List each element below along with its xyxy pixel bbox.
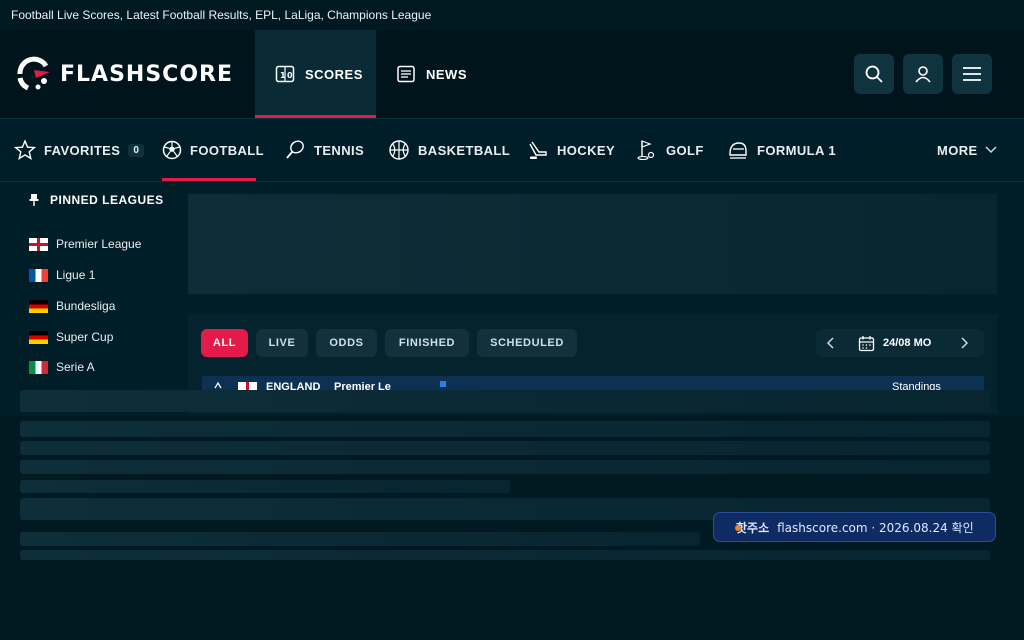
search-icon <box>865 65 883 83</box>
favorites-label: FAVORITES <box>44 142 121 158</box>
nav-news[interactable]: NEWS <box>396 30 467 118</box>
scoreboard-icon: 10 <box>275 64 295 84</box>
search-button[interactable] <box>854 54 894 94</box>
formula1-icon <box>727 139 749 161</box>
skeleton-bar <box>20 390 990 412</box>
filter-finished[interactable]: FINISHED <box>385 329 469 357</box>
golf-icon <box>636 139 658 161</box>
league-super-cup[interactable]: Super Cup <box>29 330 113 344</box>
pinned-leagues-title: PINNED LEAGUES <box>28 193 164 207</box>
flashscore-logo[interactable]: FLASHSCORE <box>16 56 233 92</box>
filter-live[interactable]: LIVE <box>256 329 308 357</box>
chevron-left-icon[interactable] <box>826 337 836 349</box>
nav-scores-label: SCORES <box>305 66 363 82</box>
league-premier-league[interactable]: Premier League <box>29 237 141 251</box>
more-label: MORE <box>937 142 978 158</box>
sport-hockey[interactable]: HOCKEY <box>527 119 615 181</box>
skeleton-bar <box>20 460 990 474</box>
status-dot-icon <box>735 525 741 531</box>
league-title: Premier Le <box>334 381 391 390</box>
skeleton-bar <box>20 532 700 546</box>
football-icon <box>162 140 182 160</box>
nav-news-label: NEWS <box>426 66 467 82</box>
league-serie-a[interactable]: Serie A <box>29 360 95 374</box>
toast-text: flashscore.com · 2026.08.24 확인 <box>777 520 974 535</box>
sport-tennis[interactable]: TENNIS <box>284 119 364 181</box>
sports-nav: FAVORITES 0 FOOTBALL TENNIS BASKETBALL H… <box>0 119 1024 182</box>
league-header-row[interactable]: ENGLAND Premier Le Standings <box>202 376 984 390</box>
germany-flag-icon <box>29 299 48 313</box>
england-flag-icon <box>29 237 48 251</box>
more-sports-dropdown[interactable]: MORE <box>937 119 998 181</box>
sport-football[interactable]: FOOTBALL <box>162 119 264 181</box>
sport-formula1-label: FORMULA 1 <box>757 142 836 158</box>
sport-favorites[interactable]: FAVORITES 0 <box>14 119 145 181</box>
sport-football-label: FOOTBALL <box>190 142 264 158</box>
filter-scheduled[interactable]: SCHEDULED <box>477 329 577 357</box>
tennis-icon <box>284 139 306 161</box>
star-icon <box>14 139 36 161</box>
flashscore-logo-icon <box>17 56 50 91</box>
date-label[interactable]: 24/08 MO <box>883 337 931 349</box>
svg-text:1: 1 <box>280 71 286 80</box>
menu-button[interactable] <box>952 54 992 94</box>
menu-icon <box>963 67 981 81</box>
newspaper-icon <box>396 64 416 84</box>
league-bundesliga[interactable]: Bundesliga <box>29 299 115 313</box>
hockey-icon <box>527 139 549 161</box>
filter-all[interactable]: ALL <box>201 329 248 357</box>
sport-golf[interactable]: GOLF <box>636 119 704 181</box>
pinned-leagues-label: PINNED LEAGUES <box>50 193 164 207</box>
skeleton-bar <box>20 550 990 560</box>
skeleton-bar <box>20 441 990 455</box>
league-ligue-1[interactable]: Ligue 1 <box>29 268 95 282</box>
sport-tennis-label: TENNIS <box>314 142 365 158</box>
logo-text: FLASHSCORE <box>60 61 233 87</box>
nav-scores[interactable]: 10 SCORES <box>255 30 376 118</box>
england-flag-icon <box>238 382 257 390</box>
user-icon <box>915 66 931 83</box>
collapse-icon[interactable] <box>214 380 222 390</box>
pin-marker-icon <box>440 381 446 387</box>
league-name: Ligue 1 <box>56 268 96 282</box>
sport-hockey-label: HOCKEY <box>557 142 616 158</box>
germany-flag-icon <box>29 330 48 344</box>
france-flag-icon <box>29 268 48 282</box>
window-title: Football Live Scores, Latest Football Re… <box>0 0 1024 30</box>
chevron-down-icon <box>984 145 998 155</box>
sport-basketball-label: BASKETBALL <box>418 142 511 158</box>
italy-flag-icon <box>29 360 48 374</box>
sport-basketball[interactable]: BASKETBALL <box>388 119 510 181</box>
chevron-right-icon[interactable] <box>959 337 969 349</box>
skeleton-bar <box>20 480 510 493</box>
filter-odds[interactable]: ODDS <box>316 329 377 357</box>
account-button[interactable] <box>903 54 943 94</box>
league-country: ENGLAND <box>266 381 321 390</box>
site-header: FLASHSCORE 10 SCORES NEWS <box>0 30 1024 119</box>
sport-golf-label: GOLF <box>666 142 704 158</box>
standings-link[interactable]: Standings <box>892 381 941 390</box>
skeleton-bar <box>20 421 990 437</box>
favorites-count-badge: 0 <box>128 143 145 157</box>
sport-formula1[interactable]: FORMULA 1 <box>727 119 836 181</box>
svg-text:0: 0 <box>287 71 293 80</box>
calendar-icon[interactable] <box>858 335 875 352</box>
league-name: Bundesliga <box>56 299 116 313</box>
league-name: Premier League <box>56 237 142 251</box>
league-name: Serie A <box>56 360 95 374</box>
league-name: Super Cup <box>56 330 114 344</box>
notification-toast[interactable]: 핫주소 flashscore.com · 2026.08.24 확인 <box>713 512 996 542</box>
date-picker: 24/08 MO <box>816 329 984 357</box>
pin-icon <box>28 193 40 207</box>
pinned-leagues-sidebar: PINNED LEAGUES Premier League Ligue 1 Bu… <box>0 181 186 401</box>
ad-banner <box>188 194 997 294</box>
basketball-icon <box>388 139 410 161</box>
